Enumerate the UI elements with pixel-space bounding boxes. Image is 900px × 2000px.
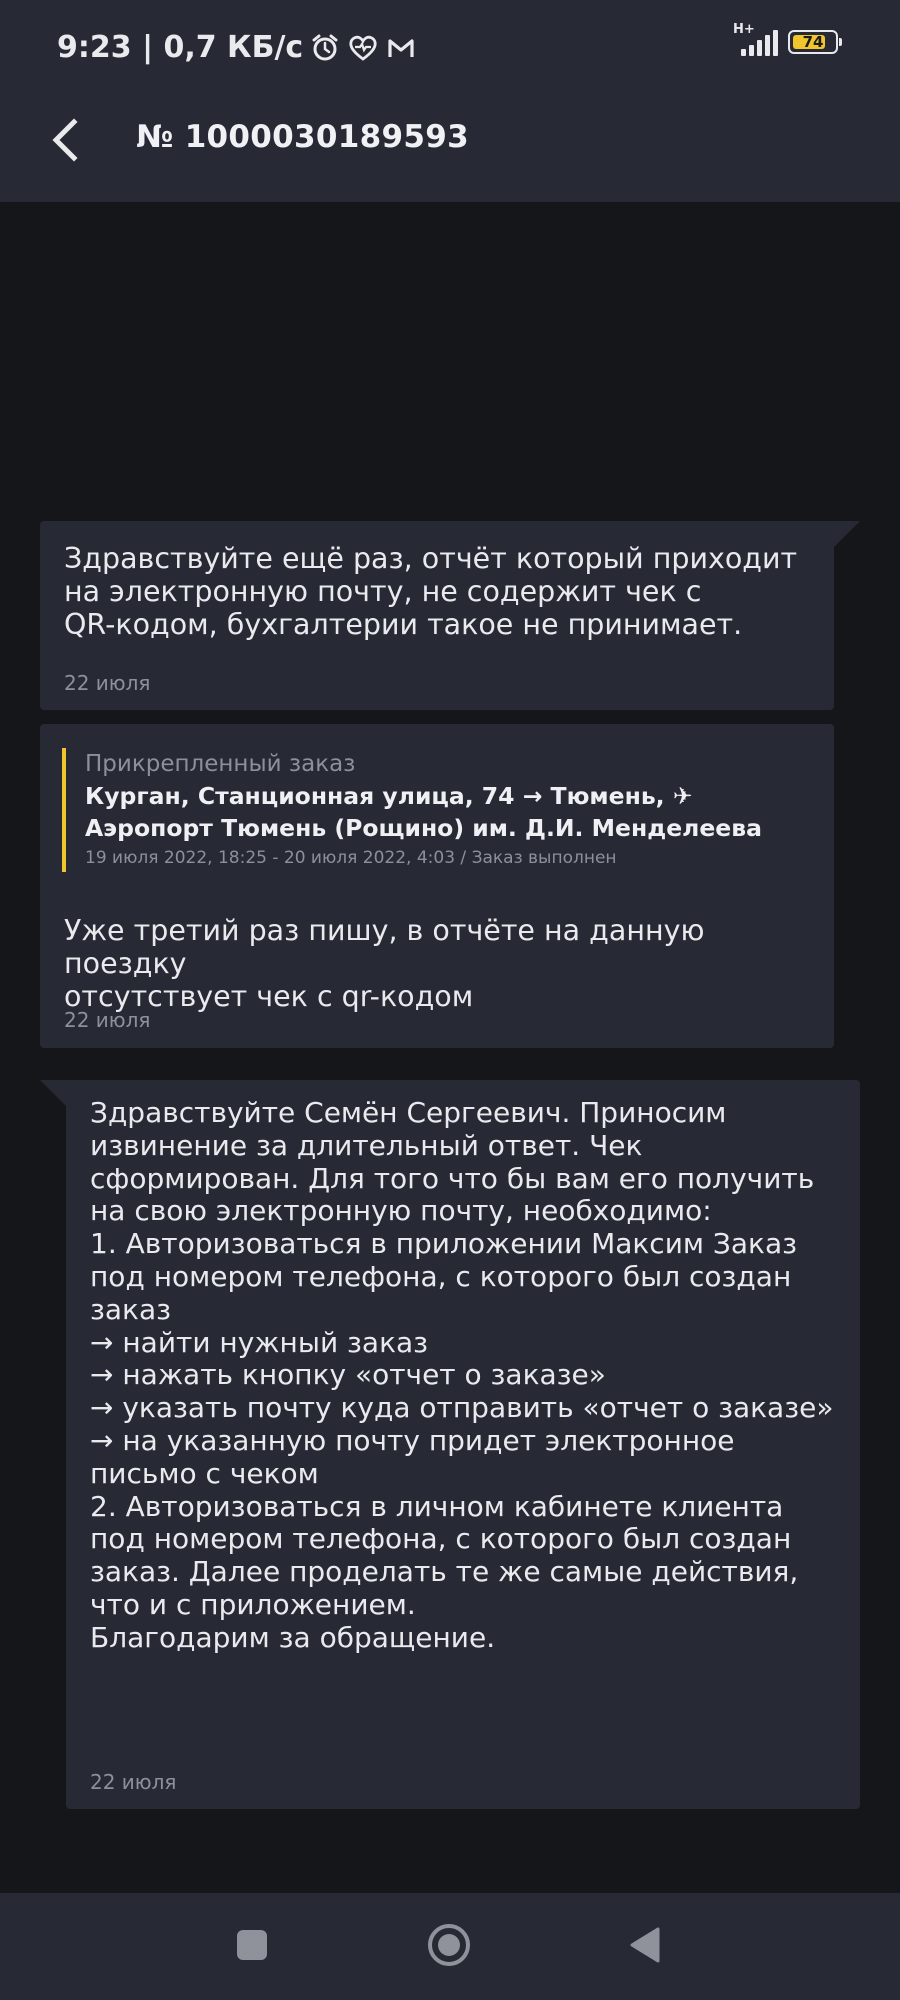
attached-order[interactable]: Прикрепленный заказ Курган, Станционная … (62, 748, 802, 872)
attached-order-route: Курган, Станционная улица, 74 → Тюмень, … (85, 780, 802, 844)
attached-order-route-line2: Аэропорт Тюмень (Рощино) им. Д.И. Мендел… (85, 814, 762, 842)
page-title: № 1000030189593 (136, 119, 469, 155)
battery-level: 74 (802, 33, 824, 51)
back-nav-button[interactable] (620, 1921, 672, 1973)
recents-square-icon (234, 1927, 270, 1967)
heart-icon (347, 32, 379, 64)
message-bubble-support: Здравствуйте Семён Сергеевич. Приносим и… (40, 1080, 860, 1809)
message-date: 22 июля (64, 1008, 151, 1032)
chevron-left-icon (36, 118, 96, 180)
message-bubble-user: Здравствуйте ещё раз, отчёт который прих… (40, 521, 860, 710)
message-text: Здравствуйте ещё раз, отчёт который прих… (64, 542, 798, 641)
alarm-icon (309, 32, 341, 64)
app-header: 9:23 | 0,7 КБ/с H+ 74 № 1000030189593 (0, 0, 900, 202)
status-bar: 9:23 | 0,7 КБ/с H+ 74 (0, 0, 900, 100)
gmail-icon (385, 32, 417, 64)
signal-icon: H+ (733, 22, 778, 56)
message-text: Здравствуйте Семён Сергеевич. Приносим и… (90, 1096, 834, 1654)
attached-order-route-line1: Курган, Станционная улица, 74 → Тюмень, … (85, 782, 693, 810)
message-bubble-user-attached: Прикрепленный заказ Курган, Станционная … (40, 724, 834, 1048)
status-right: H+ 74 (733, 22, 842, 56)
status-time-speed: 9:23 | 0,7 КБ/с (57, 30, 304, 65)
attached-order-meta: 19 июля 2022, 18:25 - 20 июля 2022, 4:03… (85, 848, 617, 868)
home-circle-icon (426, 1922, 472, 1972)
attached-order-label: Прикрепленный заказ (85, 751, 356, 777)
battery-icon: 74 (788, 30, 842, 54)
back-triangle-icon (626, 1925, 666, 1969)
message-date: 22 июля (64, 671, 151, 695)
home-button[interactable] (423, 1921, 475, 1973)
message-text: Уже третий раз пишу, в отчёте на данную … (64, 914, 705, 1013)
status-left: 9:23 | 0,7 КБ/с (57, 30, 417, 65)
network-type: H+ (733, 22, 755, 37)
system-nav-bar (0, 1893, 900, 2000)
recents-button[interactable] (226, 1921, 278, 1973)
back-button[interactable] (36, 104, 96, 176)
message-date: 22 июля (90, 1770, 177, 1794)
